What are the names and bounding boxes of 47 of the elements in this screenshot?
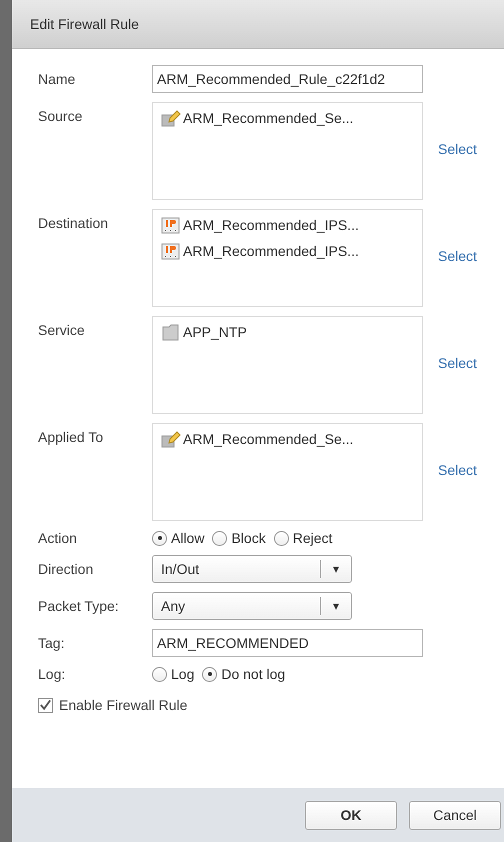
field-label: Applied To bbox=[38, 428, 104, 445]
text-field[interactable]: ARM_RECOMMENDED bbox=[152, 629, 423, 657]
select-link[interactable]: Select bbox=[438, 248, 477, 264]
list-box[interactable]: ARM_Recommended_IPS... ARM_Recommended_IPS... bbox=[152, 209, 423, 307]
list-item[interactable]: ARM_Recommended_Se... bbox=[183, 431, 354, 447]
radio-button[interactable] bbox=[202, 666, 218, 682]
select-link[interactable]: Select bbox=[438, 355, 477, 371]
dropdown[interactable]: In/Out ▾ bbox=[152, 555, 352, 583]
field-label: Service bbox=[38, 321, 86, 338]
field-label: Name bbox=[38, 70, 76, 89]
field-label: Packet Type: bbox=[38, 597, 120, 616]
list-item[interactable]: ARM_Recommended_IPS... bbox=[183, 243, 359, 259]
ip-icon bbox=[161, 242, 181, 260]
field-label: Direction bbox=[38, 560, 94, 579]
radio-button[interactable] bbox=[274, 530, 289, 546]
window-title: Edit Firewall Rule bbox=[30, 16, 139, 32]
list-item[interactable]: APP_NTP bbox=[183, 324, 247, 340]
dropdown[interactable]: Any ▾ bbox=[152, 592, 352, 620]
ok-button[interactable]: OK bbox=[305, 800, 397, 830]
list-item[interactable]: ARM_Recommended_Se... bbox=[183, 110, 354, 126]
field-label: Destination bbox=[38, 214, 110, 231]
list-box[interactable]: ARM_Recommended_Se... bbox=[152, 423, 423, 521]
radio-label[interactable]: Block bbox=[231, 530, 266, 546]
field-label: Action bbox=[38, 530, 78, 546]
field-label: Log: bbox=[38, 666, 66, 682]
radio-button[interactable] bbox=[152, 666, 167, 682]
radio-label[interactable]: Allow bbox=[171, 530, 204, 546]
list-box[interactable]: APP_NTP bbox=[152, 316, 423, 414]
radio-label[interactable]: Log bbox=[171, 666, 194, 682]
folder-pencil-icon bbox=[161, 430, 181, 448]
select-link[interactable]: Select bbox=[438, 462, 477, 478]
radio-label[interactable]: Do not log bbox=[221, 666, 286, 682]
ip-icon bbox=[161, 216, 181, 234]
folder-pencil-icon bbox=[161, 109, 181, 127]
radio-button[interactable] bbox=[152, 530, 167, 546]
radio-button[interactable] bbox=[212, 530, 228, 546]
checkbox-label[interactable]: Enable Firewall Rule bbox=[59, 697, 188, 713]
radio-label[interactable]: Reject bbox=[292, 530, 332, 546]
cancel-button[interactable]: Cancel bbox=[409, 800, 501, 830]
text-field[interactable]: ARM_Recommended_Rule_c22f1d2 bbox=[152, 65, 423, 93]
field-label: Tag: bbox=[38, 634, 66, 653]
field-label: Source bbox=[38, 107, 84, 124]
checkbox[interactable] bbox=[38, 698, 53, 712]
list-box[interactable]: ARM_Recommended_Se... bbox=[152, 102, 423, 200]
list-item[interactable]: ARM_Recommended_IPS... bbox=[183, 217, 359, 233]
select-link[interactable]: Select bbox=[438, 141, 477, 157]
folder-icon bbox=[161, 323, 181, 341]
